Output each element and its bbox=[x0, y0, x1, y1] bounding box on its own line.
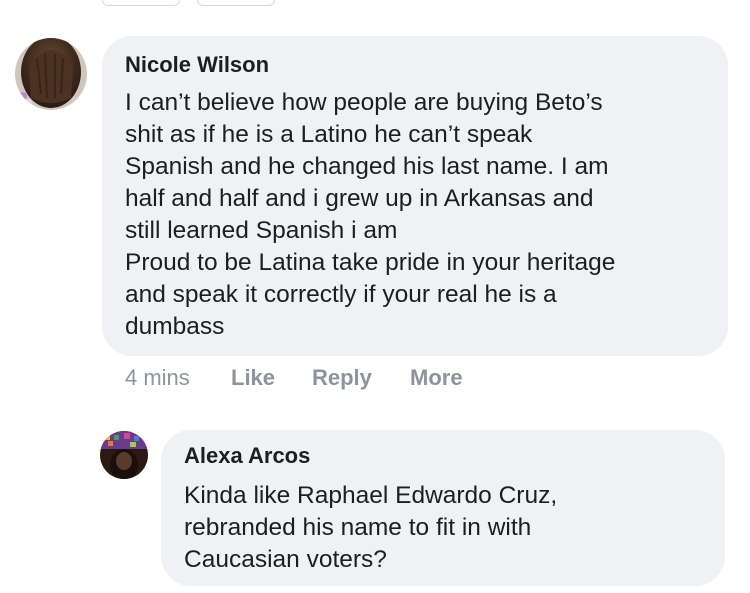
comment-actions: 4 mins Like Reply More bbox=[125, 364, 525, 392]
avatar[interactable] bbox=[15, 38, 87, 110]
comment-timestamp: 4 mins bbox=[125, 365, 190, 390]
reply-avatar-image bbox=[100, 431, 148, 479]
partial-button-right[interactable] bbox=[197, 0, 275, 6]
reply-author[interactable]: Alexa Arcos bbox=[184, 442, 705, 470]
partial-button-left[interactable] bbox=[102, 0, 180, 6]
reply-text: Kinda like Raphael Edwardo Cruz, rebrand… bbox=[184, 482, 558, 573]
avatar-image bbox=[15, 38, 87, 110]
comment-author[interactable]: Nicole Wilson bbox=[125, 51, 706, 79]
more-button[interactable]: More bbox=[410, 364, 463, 392]
like-button[interactable]: Like bbox=[231, 364, 275, 392]
reply-bubble: Alexa Arcos Kinda like Raphael Edwardo C… bbox=[161, 430, 725, 586]
reply-avatar[interactable] bbox=[100, 431, 148, 479]
reply-button[interactable]: Reply bbox=[312, 364, 372, 392]
comment-text: I can’t believe how people are buying Be… bbox=[125, 89, 616, 340]
comment-bubble: Nicole Wilson I can’t believe how people… bbox=[102, 36, 728, 356]
